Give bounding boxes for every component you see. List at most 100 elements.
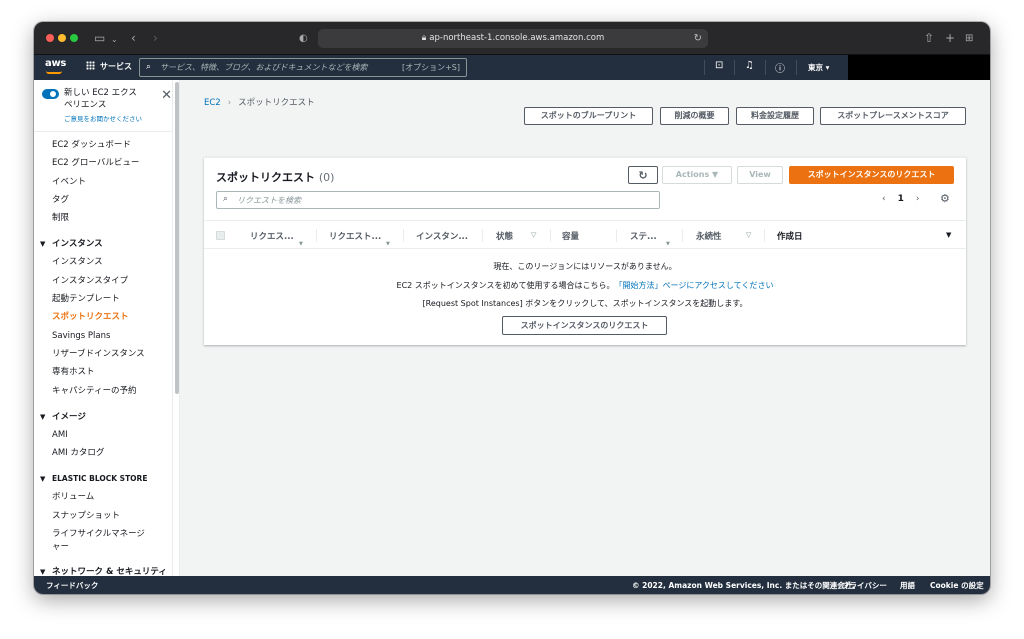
sidebar-section-network[interactable]: ▼ ネットワーク & セキュリティ	[34, 561, 172, 576]
sidebar-item-ami-catalog[interactable]: AMI カタログ	[34, 444, 172, 462]
breadcrumb-ec2[interactable]: EC2	[204, 98, 221, 108]
address-bar[interactable]: 🔒︎ ap-northeast-1.console.aws.amazon.com …	[318, 29, 708, 48]
column-separator[interactable]	[403, 229, 404, 242]
chevron-down-icon[interactable]: ⌄	[111, 32, 118, 48]
column-separator[interactable]	[550, 229, 551, 242]
select-all-checkbox[interactable]	[216, 231, 225, 240]
pricing-history-button[interactable]: 料金設定履歴	[736, 107, 814, 125]
account-menu[interactable]	[848, 55, 990, 80]
forward-icon[interactable]: ›	[153, 30, 158, 46]
close-icon[interactable]: ✕	[161, 89, 172, 102]
sidebar-item-launch-templates[interactable]: 起動テンプレート	[34, 290, 172, 308]
sidebar-item-limits[interactable]: 制限	[34, 209, 172, 227]
column-separator[interactable]	[316, 229, 317, 242]
sidebar-item-events[interactable]: イベント	[34, 173, 172, 191]
next-page-icon[interactable]: ›	[916, 194, 920, 204]
feedback-button[interactable]: フィードバック	[46, 580, 98, 591]
spot-blueprint-button[interactable]: スポットのブループリント	[524, 107, 653, 125]
sort-desc-icon[interactable]: ▼	[946, 231, 951, 239]
terms-link[interactable]: 用語	[900, 580, 915, 591]
column-capacity[interactable]: 容量	[562, 230, 579, 242]
page-number[interactable]: 1	[898, 194, 904, 204]
column-status[interactable]: ステ...	[630, 230, 657, 242]
sort-icon[interactable]: ▽	[531, 231, 536, 239]
sort-icon[interactable]: ▽	[746, 231, 751, 239]
request-search-input[interactable]	[237, 194, 637, 206]
column-state[interactable]: 状態	[496, 230, 513, 242]
search-icon: ⌕	[146, 62, 152, 72]
sidebar-item-snapshots[interactable]: スナップショット	[34, 507, 172, 525]
main-content: EC2 › スポットリクエスト スポットのブループリント 削減の概要 料金設定履歴 …	[180, 80, 990, 576]
new-experience-label: 新しい EC2 エクスペリエンス	[64, 88, 137, 110]
column-instance-type[interactable]: インスタン...	[416, 230, 468, 242]
new-experience-toggle-row: 新しい EC2 エクスペリエンス ご意見をお聞かせください ✕	[42, 87, 172, 125]
prev-page-icon[interactable]: ‹	[882, 194, 886, 204]
column-request-type[interactable]: リクエスト...	[329, 230, 381, 242]
sort-icon[interactable]: ▼	[299, 241, 303, 247]
new-experience-toggle[interactable]	[42, 89, 59, 99]
request-spot-instances-button[interactable]: スポットインスタンスのリクエスト	[789, 166, 954, 184]
sort-icon[interactable]: ▼	[386, 241, 390, 247]
sidebar-toggle-icon[interactable]: ▭	[94, 30, 105, 46]
empty-state: 現在、このリージョンにはリソースがありません。 EC2 スポットインスタンスを初…	[204, 258, 966, 314]
privacy-link[interactable]: プライバシー	[842, 580, 887, 591]
browser-window: ▭ ⌄ ‹ › ◐ 🔒︎ ap-northeast-1.console.aws.a…	[34, 22, 990, 594]
tab-overview-icon[interactable]: ⊞	[965, 31, 973, 47]
sidebar-section-images[interactable]: ▼ イメージ	[34, 406, 172, 426]
column-separator[interactable]	[482, 229, 483, 242]
column-separator[interactable]	[682, 229, 683, 242]
cloudshell-icon[interactable]: ⊡	[715, 60, 723, 71]
global-search[interactable]: ⌕ [オプション+S]	[139, 58, 467, 77]
column-persistence[interactable]: 永続性	[696, 230, 722, 242]
sidebar-section-ebs[interactable]: ▼ ELASTIC BLOCK STORE	[34, 468, 172, 488]
sidebar-item-lifecycle-manager[interactable]: ライフサイクルマネージャー	[34, 525, 146, 555]
spot-placement-score-button[interactable]: スポットプレースメントスコア	[820, 107, 966, 125]
bell-icon[interactable]: ♫	[745, 60, 754, 71]
sidebar-item-ec2-dashboard[interactable]: EC2 ダッシュボード	[34, 136, 172, 154]
sidebar-item-instances[interactable]: インスタンス	[34, 253, 172, 271]
aws-logo[interactable]: aws	[45, 58, 66, 69]
sidebar-item-spot-requests[interactable]: スポットリクエスト	[34, 308, 172, 326]
sidebar-item-instance-types[interactable]: インスタンスタイプ	[34, 272, 172, 290]
sidebar-item-tags[interactable]: タグ	[34, 191, 172, 209]
back-icon[interactable]: ‹	[131, 30, 136, 46]
divider	[34, 131, 172, 132]
sidebar-item-ami[interactable]: AMI	[34, 426, 172, 444]
region-selector[interactable]: 東京 ▾	[808, 62, 829, 73]
browser-toolbar: ▭ ⌄ ‹ › ◐ 🔒︎ ap-northeast-1.console.aws.a…	[34, 22, 990, 55]
sidebar-item-dedicated-hosts[interactable]: 専有ホスト	[34, 363, 172, 381]
sidebar-item-capacity-reservations[interactable]: キャパシティーの予約	[34, 382, 172, 400]
help-icon[interactable]: ⓘ	[775, 60, 785, 75]
column-created[interactable]: 作成日	[777, 230, 803, 242]
column-request-id[interactable]: リクエス...	[250, 230, 294, 242]
share-icon[interactable]: ⇧	[924, 30, 934, 46]
caret-down-icon: ▼	[40, 475, 46, 484]
column-separator[interactable]	[764, 229, 765, 242]
refresh-button[interactable]: ↻	[628, 166, 658, 184]
feedback-link[interactable]: ご意見をお聞かせください	[64, 113, 142, 123]
zoom-window-button[interactable]	[70, 34, 78, 42]
sidebar-item-savings-plans[interactable]: Savings Plans	[34, 327, 172, 345]
sidebar-item-global-view[interactable]: EC2 グローバルビュー	[34, 154, 172, 172]
sidebar-item-reserved-instances[interactable]: リザーブドインスタンス	[34, 345, 172, 363]
new-tab-icon[interactable]: +	[945, 30, 955, 46]
sidebar-item-volumes[interactable]: ボリューム	[34, 488, 172, 506]
minimize-window-button[interactable]	[58, 34, 66, 42]
sidebar-section-instances[interactable]: ▼ インスタンス	[34, 233, 172, 253]
getting-started-link[interactable]: 「開始方法」ページにアクセスしてください	[618, 281, 773, 290]
reload-icon[interactable]: ↻	[694, 29, 702, 48]
services-menu[interactable]: サービス	[86, 61, 132, 72]
scrollbar-thumb[interactable]	[175, 82, 179, 394]
privacy-shield-icon[interactable]: ◐	[299, 31, 308, 47]
cookie-settings-link[interactable]: Cookie の設定	[930, 580, 984, 591]
actions-button[interactable]: Actions ▼	[662, 166, 732, 184]
view-button[interactable]: View	[737, 166, 783, 184]
empty-request-spot-button[interactable]: スポットインスタンスのリクエスト	[502, 316, 667, 335]
column-separator[interactable]	[616, 229, 617, 242]
gear-icon[interactable]: ⚙	[940, 192, 950, 205]
sort-icon[interactable]: ▼	[666, 241, 670, 247]
request-search[interactable]: ⌕	[216, 191, 660, 209]
close-window-button[interactable]	[46, 34, 54, 42]
savings-summary-button[interactable]: 削減の概要	[660, 107, 729, 125]
sidebar-scrollbar[interactable]	[172, 80, 179, 576]
